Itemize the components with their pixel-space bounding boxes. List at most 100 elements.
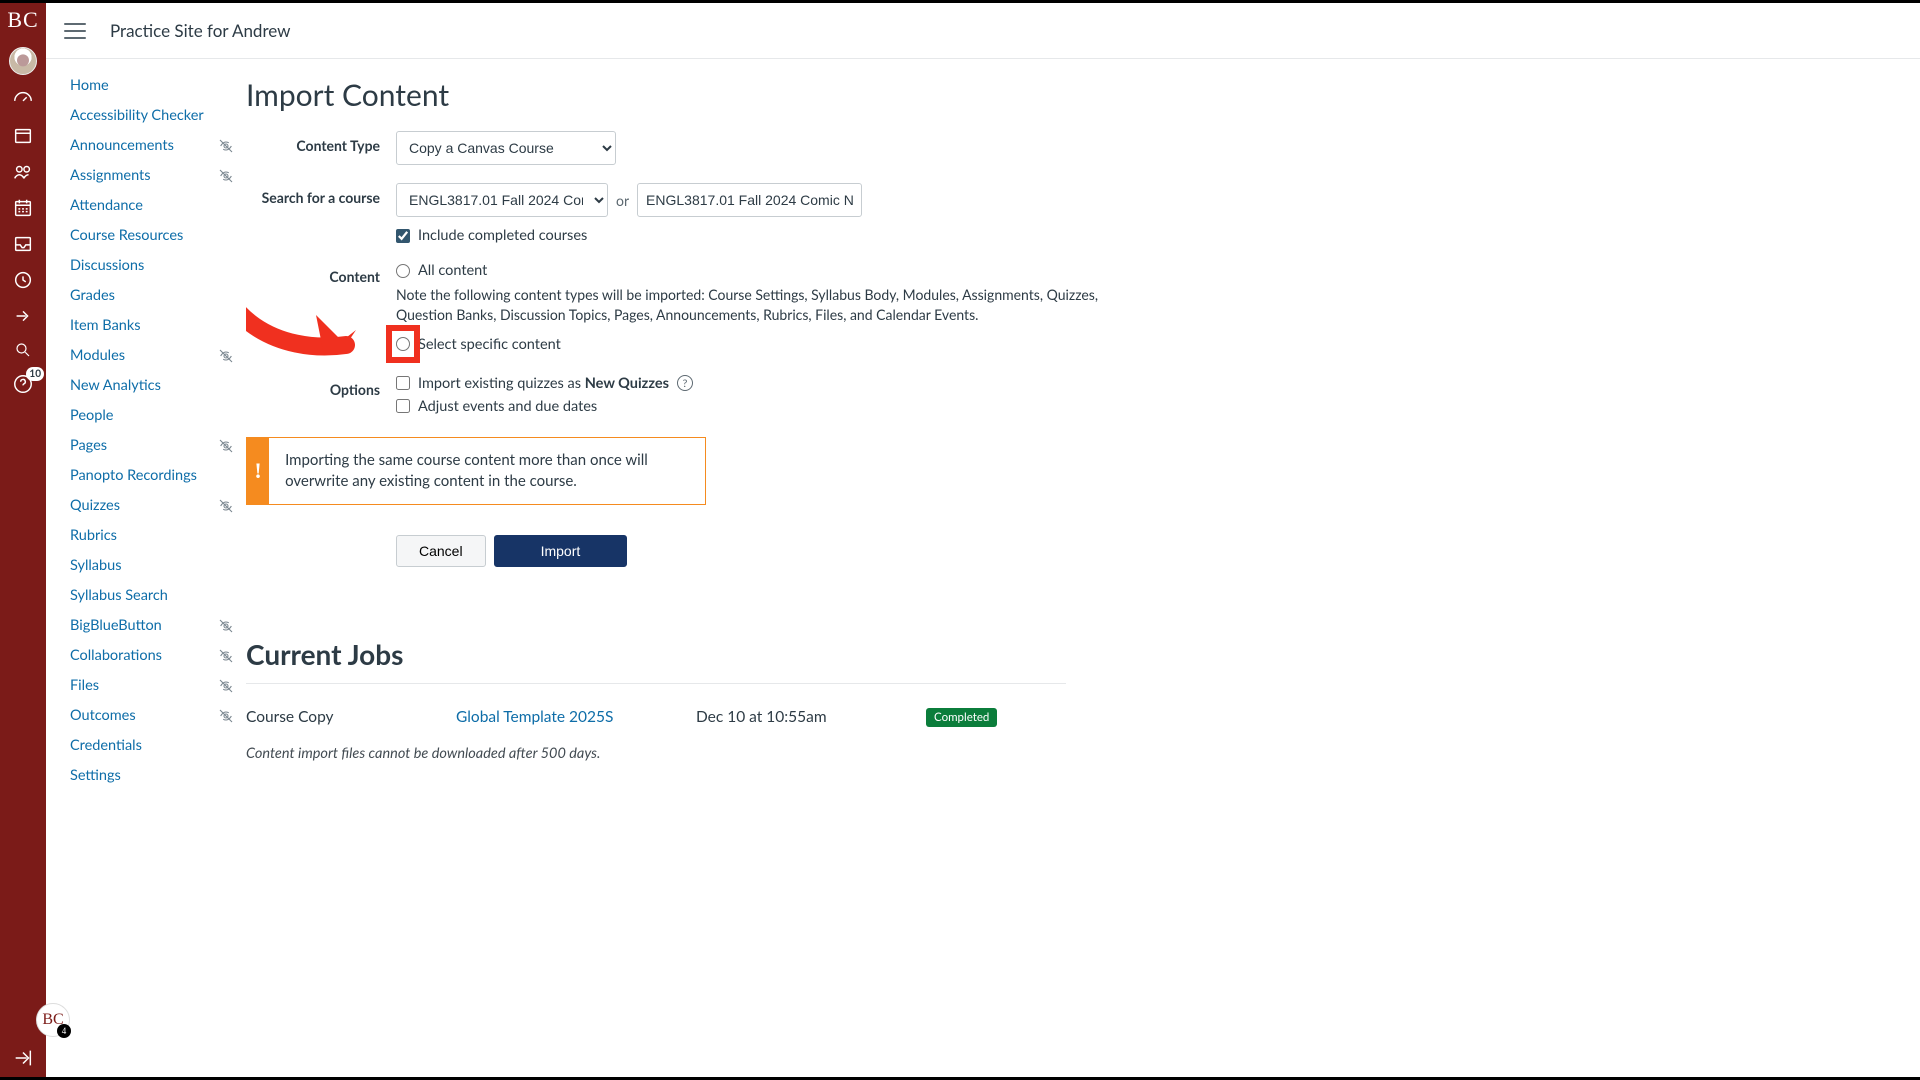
help-badge: 10 (26, 367, 44, 381)
course-nav-link-bigbluebutton[interactable]: BigBlueButton (70, 617, 162, 634)
course-nav-item: Discussions (70, 257, 238, 274)
search-icon[interactable] (14, 341, 32, 359)
all-content-radio[interactable] (396, 264, 410, 278)
course-nav-item: Pages (70, 437, 238, 454)
course-nav-link-syllabus[interactable]: Syllabus (70, 557, 122, 574)
jobs-separator (246, 683, 1066, 684)
form-area: Import Content Content Type Copy a Canva… (246, 59, 1920, 1077)
course-nav-link-settings[interactable]: Settings (70, 767, 121, 784)
commons-icon[interactable] (12, 305, 34, 327)
course-nav-link-files[interactable]: Files (70, 677, 99, 694)
course-nav-item: Panopto Recordings (70, 467, 238, 484)
course-nav-item: Announcements (70, 137, 238, 154)
course-nav-link-accessibility-checker[interactable]: Accessibility Checker (70, 107, 204, 124)
course-nav-link-people[interactable]: People (70, 407, 113, 424)
main-column: Practice Site for Andrew Home Accessibili… (46, 3, 1920, 1077)
course-nav-link-syllabus-search[interactable]: Syllabus Search (70, 587, 168, 604)
floating-help-badge: 4 (57, 1024, 71, 1038)
warning-message: Importing the same course content more t… (269, 438, 705, 504)
select-specific-label: Select specific content (418, 336, 561, 353)
course-nav-link-announcements[interactable]: Announcements (70, 137, 174, 154)
content-note: Note the following content types will be… (396, 285, 1156, 326)
dashboard-icon[interactable] (12, 89, 34, 111)
course-nav-link-pages[interactable]: Pages (70, 437, 107, 454)
course-nav-link-discussions[interactable]: Discussions (70, 257, 144, 274)
course-nav-link-grades[interactable]: Grades (70, 287, 115, 304)
include-completed-checkbox[interactable] (396, 229, 410, 243)
expand-nav-button[interactable] (12, 1047, 34, 1077)
help-button[interactable]: 10 (12, 373, 34, 395)
hidden-icon (218, 138, 234, 154)
course-nav-item: Files (70, 677, 238, 694)
course-nav-item: Syllabus Search (70, 587, 238, 604)
course-nav-link-quizzes[interactable]: Quizzes (70, 497, 120, 514)
include-completed-label: Include completed courses (418, 227, 587, 244)
hidden-icon (218, 678, 234, 694)
institution-logo[interactable]: BC (7, 7, 38, 33)
course-nav-link-collaborations[interactable]: Collaborations (70, 647, 162, 664)
course-nav-item: Collaborations (70, 647, 238, 664)
breadcrumb[interactable]: Practice Site for Andrew (110, 20, 291, 41)
search-course-label: Search for a course (246, 183, 396, 244)
new-quizzes-help-icon[interactable]: ? (677, 375, 693, 391)
course-nav-link-outcomes[interactable]: Outcomes (70, 707, 136, 724)
topbar: Practice Site for Andrew (46, 3, 1920, 59)
job-link[interactable]: Global Template 2025S (456, 708, 656, 726)
global-nav: BC 10 BC 4 (0, 3, 46, 1077)
floating-help-widget[interactable]: BC 4 (36, 1003, 70, 1037)
new-quizzes-checkbox[interactable] (396, 376, 410, 390)
warning-alert: ! Importing the same course content more… (246, 437, 706, 505)
course-nav-item: Attendance (70, 197, 238, 214)
course-nav-item: New Analytics (70, 377, 238, 394)
adjust-dates-label: Adjust events and due dates (418, 398, 597, 415)
options-label: Options (246, 375, 396, 419)
course-name-input[interactable] (637, 183, 862, 217)
course-nav-link-panopto-recordings[interactable]: Panopto Recordings (70, 467, 197, 484)
content-label: Content (246, 262, 396, 357)
course-nav-link-rubrics[interactable]: Rubrics (70, 527, 117, 544)
course-nav-item: Modules (70, 347, 238, 364)
course-nav-link-credentials[interactable]: Credentials (70, 737, 142, 754)
account-avatar[interactable] (9, 47, 37, 75)
course-nav-item: Home (70, 77, 238, 94)
course-nav-item: Quizzes (70, 497, 238, 514)
courses-icon[interactable] (12, 125, 34, 147)
course-nav-link-assignments[interactable]: Assignments (70, 167, 151, 184)
groups-icon[interactable] (12, 161, 34, 183)
course-nav-item: Assignments (70, 167, 238, 184)
course-nav-link-home[interactable]: Home (70, 77, 109, 94)
course-nav-link-attendance[interactable]: Attendance (70, 197, 143, 214)
content-type-select[interactable]: Copy a Canvas Course (396, 131, 616, 165)
course-nav-item: Course Resources (70, 227, 238, 244)
content-type-label: Content Type (246, 131, 396, 165)
course-nav-item: Settings (70, 767, 238, 784)
cancel-button[interactable]: Cancel (396, 535, 486, 567)
hidden-icon (218, 498, 234, 514)
course-nav-item: Item Banks (70, 317, 238, 334)
adjust-dates-checkbox[interactable] (396, 399, 410, 413)
history-icon[interactable] (12, 269, 34, 291)
inbox-icon[interactable] (12, 233, 34, 255)
course-nav-link-item-banks[interactable]: Item Banks (70, 317, 141, 334)
select-specific-radio[interactable] (396, 337, 410, 351)
job-name: Course Copy (246, 708, 416, 726)
course-nav-link-course-resources[interactable]: Course Resources (70, 227, 183, 244)
hidden-icon (218, 168, 234, 184)
import-button[interactable]: Import (494, 535, 628, 567)
warning-icon: ! (247, 438, 269, 504)
hidden-icon (218, 438, 234, 454)
hidden-icon (218, 618, 234, 634)
hidden-icon (218, 708, 234, 724)
course-nav: Home Accessibility Checker Announcements As… (46, 59, 246, 1077)
hidden-icon (218, 348, 234, 364)
course-nav-item: Grades (70, 287, 238, 304)
current-jobs-heading: Current Jobs (246, 637, 1860, 671)
course-nav-link-new-analytics[interactable]: New Analytics (70, 377, 161, 394)
arrow-expand-icon (12, 1047, 34, 1069)
new-quizzes-label: Import existing quizzes as New Quizzes (418, 375, 669, 392)
calendar-icon[interactable] (12, 197, 34, 219)
all-content-label: All content (418, 262, 487, 279)
course-search-select[interactable]: ENGL3817.01 Fall 2024 Comic Novels (396, 183, 608, 217)
course-nav-link-modules[interactable]: Modules (70, 347, 125, 364)
hamburger-button[interactable] (64, 23, 86, 39)
